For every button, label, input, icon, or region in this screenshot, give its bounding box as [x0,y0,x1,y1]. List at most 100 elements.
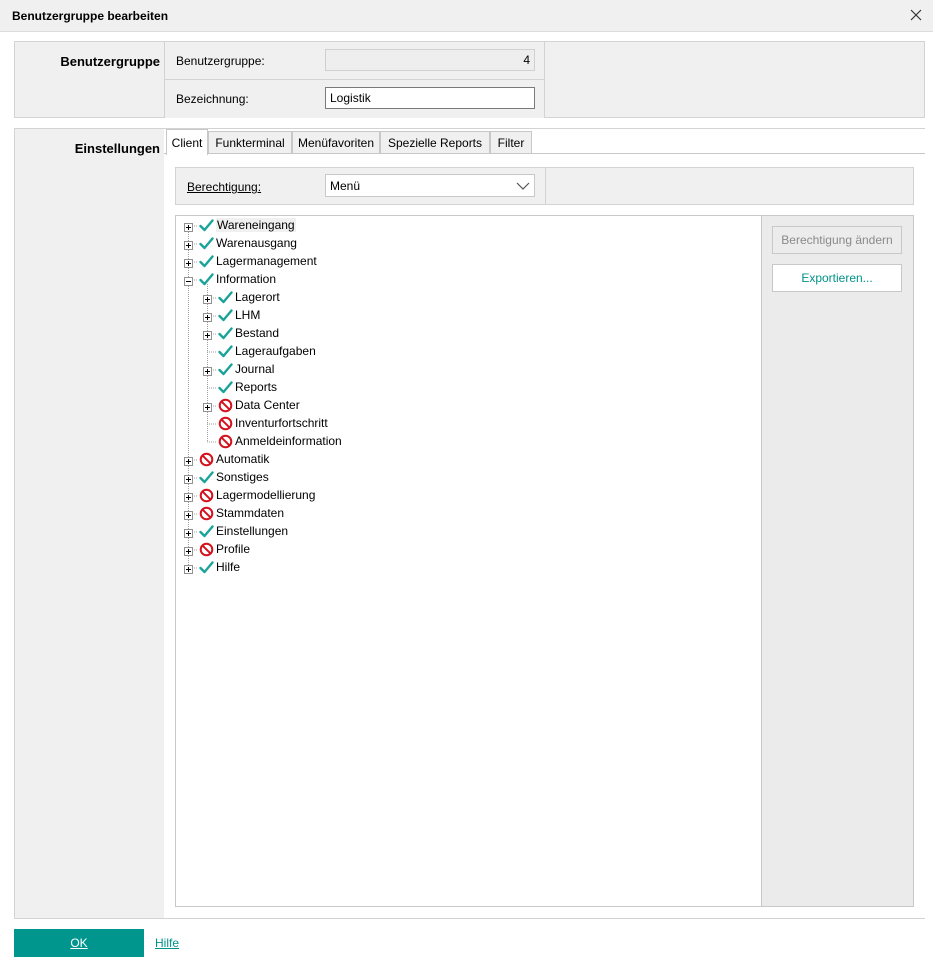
tab-menuefavoriten[interactable]: Menüfavoriten [292,131,380,155]
settings-section: Einstellungen Client Funkterminal Menüfa… [14,128,926,919]
tree-node[interactable]: Lageraufgaben [176,343,756,361]
dialog-titlebar: Benutzergruppe bearbeiten [0,0,933,32]
tree-actions-panel: Berechtigung ändern Exportieren... [762,216,913,906]
tree-node[interactable]: Information [176,271,756,289]
permission-tree-area: Wareneingang Warenausgang Lagermanagement I… [175,215,914,907]
tab-funkterminal[interactable]: Funkterminal [208,131,292,155]
client-tab-panel: Berechtigung: Menü Wareneingang Warenausg… [164,153,925,918]
tree-node[interactable]: LHM [176,307,756,325]
tree-node-label: Lagermanagement [216,254,317,268]
denied-icon [218,398,233,413]
expand-icon[interactable] [184,563,193,574]
denied-icon [218,416,233,431]
expand-icon[interactable] [184,509,193,520]
expand-icon[interactable] [184,455,193,466]
denied-icon [199,506,214,521]
checkmark-icon [218,380,233,395]
tab-filter[interactable]: Filter [490,131,532,155]
group-id-label: Benutzergruppe: [176,54,265,68]
group-section-label: Benutzergruppe [60,54,160,69]
tree-node[interactable]: Lagermanagement [176,253,756,271]
tab-spezielle-reports[interactable]: Spezielle Reports [380,131,490,155]
tree-node[interactable]: Journal [176,361,756,379]
tree-node[interactable]: Lagermodellierung [176,487,756,505]
tree-node-label: Lageraufgaben [235,344,316,358]
checkmark-icon [218,308,233,323]
tree-node-label: Bestand [235,326,280,340]
help-link[interactable]: Hilfe [155,936,179,950]
change-permission-button[interactable]: Berechtigung ändern [772,226,902,254]
export-button[interactable]: Exportieren... [772,264,902,292]
tree-node[interactable]: Automatik [176,451,756,469]
permission-tree[interactable]: Wareneingang Warenausgang Lagermanagement I… [176,216,762,906]
tree-node-label: LHM [235,308,261,322]
settings-section-label: Einstellungen [74,141,160,156]
expand-icon[interactable] [184,527,193,538]
tree-node-label: Journal [235,362,275,376]
tree-node-label: Profile [216,542,251,556]
tree-node-label: Reports [235,380,278,394]
tree-node-label: Sonstiges [216,470,269,484]
expand-icon[interactable] [203,293,212,304]
tree-node-label: Data Center [235,398,300,412]
tree-node[interactable]: Stammdaten [176,505,756,523]
tree-node[interactable]: Inventurfortschritt [176,415,756,433]
tree-node-label: Hilfe [216,560,241,574]
tree-node-label: Wareneingang [216,218,296,232]
checkmark-icon [218,362,233,377]
tree-node-label: Anmeldeinformation [235,434,342,448]
close-icon[interactable] [907,6,925,24]
tree-node[interactable]: Hilfe [176,559,756,577]
tree-node-label: Warenausgang [216,236,297,250]
expand-icon[interactable] [184,473,193,484]
expand-icon[interactable] [184,257,193,268]
expand-icon[interactable] [203,329,212,340]
tree-node[interactable]: Warenausgang [176,235,756,253]
checkmark-icon [199,470,214,485]
permission-label: Berechtigung: [187,180,261,194]
checkmark-icon [218,344,233,359]
tree-node[interactable]: Sonstiges [176,469,756,487]
checkmark-icon [218,326,233,341]
permission-select[interactable]: Menü [325,174,535,197]
dialog-title: Benutzergruppe bearbeiten [12,9,169,23]
expand-icon[interactable] [184,545,193,556]
tree-node-label: Lagermodellierung [216,488,316,502]
tree-node-label: Automatik [216,452,270,466]
tab-client[interactable]: Client [166,129,208,155]
chevron-down-icon [516,180,530,192]
checkmark-icon [199,254,214,269]
tree-node[interactable]: Wareneingang [176,217,756,235]
group-id-row: Benutzergruppe: 4 [164,42,545,80]
checkmark-icon [199,560,214,575]
checkmark-icon [218,290,233,305]
tree-node[interactable]: Anmeldeinformation [176,433,756,451]
group-name-label: Bezeichnung: [176,92,249,106]
group-name-row: Bezeichnung: [164,80,545,118]
tree-node[interactable]: Lagerort [176,289,756,307]
tree-node-label: Einstellungen [216,524,289,538]
collapse-icon[interactable] [184,275,193,286]
expand-icon[interactable] [203,311,212,322]
checkmark-icon [199,218,214,233]
expand-icon[interactable] [203,401,212,412]
checkmark-icon [199,272,214,287]
tree-node[interactable]: Profile [176,541,756,559]
tree-node[interactable]: Data Center [176,397,756,415]
denied-icon [199,452,214,467]
ok-button[interactable]: OK [14,929,144,957]
tree-node[interactable]: Einstellungen [176,523,756,541]
permission-select-value: Menü [330,179,361,193]
checkmark-icon [199,524,214,539]
denied-icon [199,542,214,557]
tree-node[interactable]: Bestand [176,325,756,343]
tree-node[interactable]: Reports [176,379,756,397]
expand-icon[interactable] [203,365,212,376]
expand-icon[interactable] [184,491,193,502]
expand-icon[interactable] [184,239,193,250]
tree-node-label: Lagerort [235,290,280,304]
group-name-input[interactable] [325,87,535,109]
tree-node-label: Inventurfortschritt [235,416,328,430]
expand-icon[interactable] [184,221,193,232]
permission-label-text: Berechtigung: [187,180,262,194]
